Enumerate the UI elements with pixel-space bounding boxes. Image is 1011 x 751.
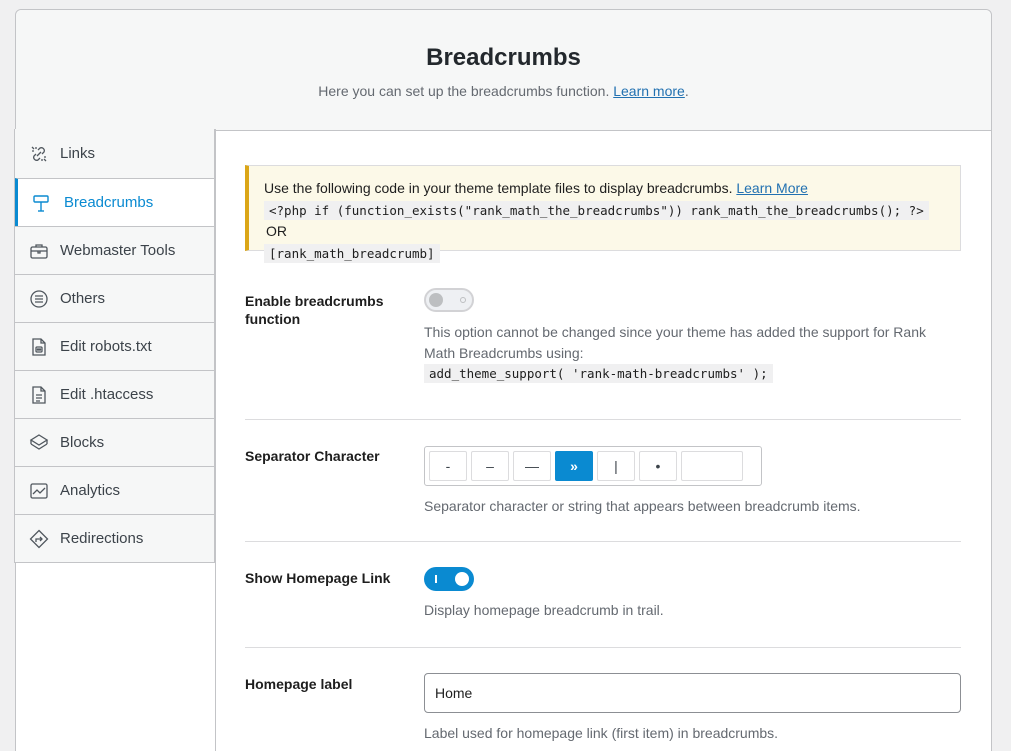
homepage-link-label: Show Homepage Link — [245, 570, 391, 586]
notice-or: OR — [266, 223, 287, 239]
sidebar-item-analytics[interactable]: Analytics — [15, 466, 214, 514]
sidebar-item-label: Edit robots.txt — [60, 338, 152, 355]
separator-option-raquo[interactable]: » — [555, 451, 593, 481]
separator-label: Separator Character — [245, 448, 380, 464]
homepage-label-label: Homepage label — [245, 676, 353, 692]
separator-option-hyphen[interactable]: - — [429, 451, 467, 481]
homepage-label-field: Label used for homepage link (first item… — [424, 673, 961, 744]
toggle-knob — [455, 572, 469, 586]
cube-icon — [29, 433, 49, 453]
separator-option-em-dash[interactable]: — — [513, 451, 551, 481]
homepage-label-row: Homepage label Label used for homepage l… — [245, 648, 961, 751]
sidebar-item-blocks[interactable]: Blocks — [15, 418, 214, 466]
learn-more-link[interactable]: Learn more — [613, 83, 685, 99]
php-code-snippet: <?php if (function_exists("rank_math_the… — [264, 201, 929, 220]
sidebar-item-edit-htaccess[interactable]: Edit .htaccess — [15, 370, 214, 418]
settings-content: Use the following code in your theme tem… — [245, 165, 961, 751]
homepage-link-field: Display homepage breadcrumb in trail. — [424, 567, 664, 621]
sidebar-nav: Links Breadcrumbs Webmaster Tools Others… — [14, 129, 215, 563]
sidebar-item-label: Analytics — [60, 482, 121, 499]
page-title: Breadcrumbs — [426, 44, 581, 71]
enable-code-wrap: add_theme_support( 'rank-math-breadcrumb… — [424, 364, 954, 383]
subtitle-text: Here you can set up the breadcrumbs func… — [318, 83, 610, 99]
homepage-label-desc: Label used for homepage link (first item… — [424, 725, 779, 741]
notice-text: Use the following code in your theme tem… — [264, 180, 733, 196]
separator-field: - – — » | • Separator character or strin… — [424, 446, 861, 517]
separator-row: Separator Character - – — » | • Separato… — [245, 420, 961, 542]
sidebar-item-links[interactable]: Links — [15, 129, 214, 178]
enable-breadcrumbs-row: Enable breadcrumbs function This option … — [245, 288, 961, 420]
separator-option-pipe[interactable]: | — [597, 451, 635, 481]
toggle-knob — [429, 293, 443, 307]
sidebar-item-label: Others — [60, 290, 106, 307]
enable-breadcrumbs-label: Enable breadcrumbs function — [245, 293, 384, 327]
sidebar-item-label: Breadcrumbs — [64, 194, 154, 211]
document-icon — [29, 385, 49, 405]
homepage-label-input[interactable] — [424, 673, 961, 713]
shortcode-snippet: [rank_math_breadcrumb] — [264, 244, 440, 263]
sidebar-item-label: Redirections — [60, 530, 144, 547]
chart-icon — [29, 481, 49, 501]
code-notice: Use the following code in your theme tem… — [245, 165, 961, 263]
theme-support-code: add_theme_support( 'rank-math-breadcrumb… — [424, 364, 773, 383]
enable-breadcrumbs-desc: This option cannot be changed since your… — [424, 324, 926, 361]
enable-breadcrumbs-field: This option cannot be changed since your… — [424, 288, 954, 383]
toggle-off-indicator — [460, 297, 466, 303]
separator-option-en-dash[interactable]: – — [471, 451, 509, 481]
sidebar-item-label: Blocks — [60, 434, 105, 451]
signpost-icon — [31, 193, 51, 213]
redirect-icon — [29, 529, 49, 549]
sidebar-item-redirections[interactable]: Redirections — [15, 514, 214, 562]
sidebar-item-breadcrumbs[interactable]: Breadcrumbs — [15, 178, 214, 226]
content-divider — [215, 129, 216, 751]
robot-file-icon — [29, 337, 49, 357]
notice-shortcode-line: [rank_math_breadcrumb] — [264, 243, 946, 264]
list-circle-icon — [29, 289, 49, 309]
sidebar-item-label: Webmaster Tools — [60, 242, 176, 259]
page-subtitle: Here you can set up the breadcrumbs func… — [16, 83, 991, 99]
links-icon — [29, 144, 49, 164]
notice-line: Use the following code in your theme tem… — [264, 178, 946, 199]
notice-code-line: <?php if (function_exists("rank_math_the… — [264, 200, 946, 242]
page-header: Breadcrumbs Here you can set up the brea… — [16, 10, 991, 131]
homepage-link-toggle[interactable] — [424, 567, 474, 591]
toggle-on-indicator — [435, 575, 437, 583]
sidebar-item-label: Links — [60, 145, 96, 162]
separator-desc: Separator character or string that appea… — [424, 498, 861, 514]
sidebar-item-others[interactable]: Others — [15, 274, 214, 322]
separator-options: - – — » | • — [424, 446, 762, 486]
sidebar-item-label: Edit .htaccess — [60, 386, 154, 403]
separator-option-bullet[interactable]: • — [639, 451, 677, 481]
homepage-link-desc: Display homepage breadcrumb in trail. — [424, 602, 664, 618]
subtitle-period: . — [684, 83, 689, 99]
briefcase-icon — [29, 241, 49, 261]
notice-learn-more-link[interactable]: Learn More — [736, 180, 808, 196]
homepage-link-row: Show Homepage Link Display homepage brea… — [245, 542, 961, 648]
sidebar-item-edit-robots[interactable]: Edit robots.txt — [15, 322, 214, 370]
separator-custom-input[interactable] — [681, 451, 743, 481]
enable-breadcrumbs-toggle[interactable] — [424, 288, 474, 312]
sidebar-item-webmaster-tools[interactable]: Webmaster Tools — [15, 226, 214, 274]
